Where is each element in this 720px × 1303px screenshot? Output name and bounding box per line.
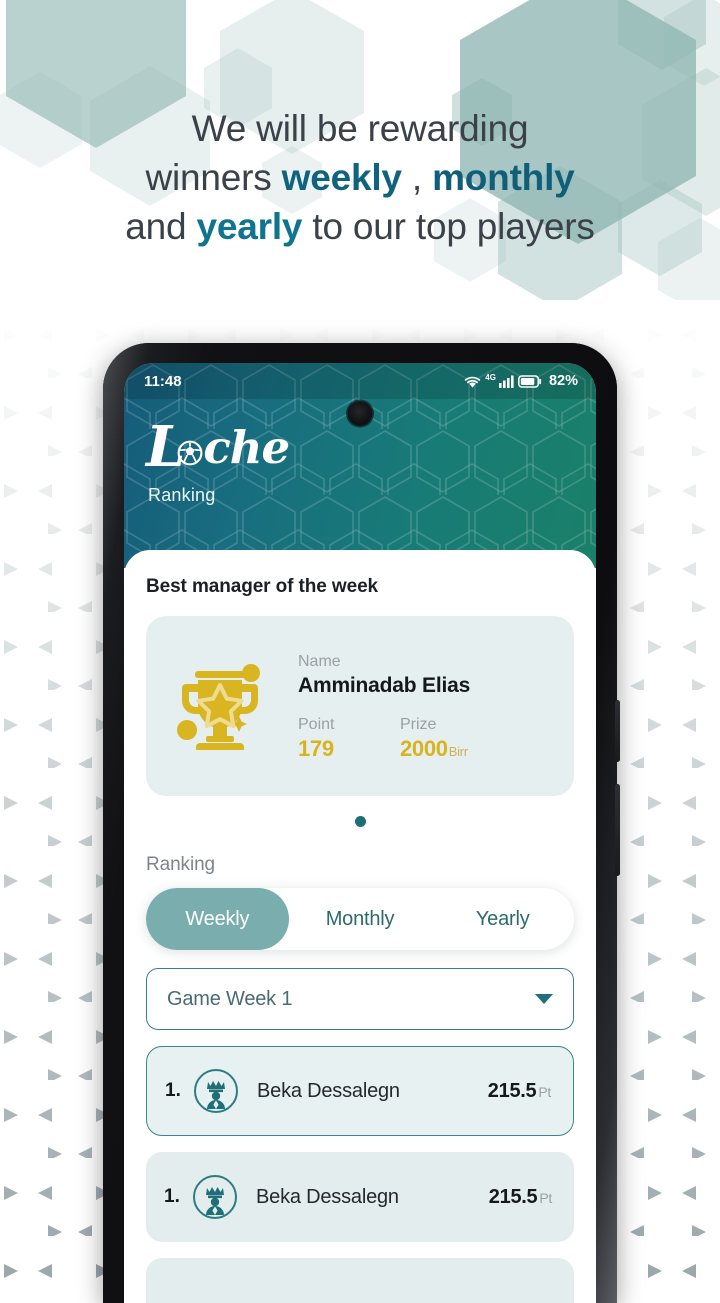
best-manager-section-title: Best manager of the week (146, 576, 379, 597)
chevron-down-icon[interactable] (535, 994, 553, 1004)
winner-name: Amminadab Elias (298, 673, 471, 697)
headline-line-1: We will be rewarding (0, 104, 720, 153)
point-stat: Point 179 (298, 714, 400, 762)
prize-stat: Prize 2000Birr (400, 714, 468, 762)
tab-yearly[interactable]: Yearly (431, 888, 574, 950)
volume-button[interactable] (615, 700, 620, 762)
phone-screen: 11:48 4G 82% L che Ranking Best manager … (124, 363, 596, 1303)
points-value: 215.5 (487, 1079, 537, 1102)
points-unit: Pt (539, 1189, 552, 1206)
trophy-icon (177, 664, 260, 750)
player-name: Beka Dessalegn (256, 1185, 399, 1208)
player-points: 215.5 Pt (489, 1186, 552, 1209)
prize-label: Prize (400, 715, 437, 733)
app-header: 11:48 4G 82% L che Ranking (124, 363, 596, 568)
prize-value: 2000Birr (400, 736, 468, 762)
headline-line-2: winners weekly , monthly (0, 153, 720, 202)
prize-currency: Birr (448, 743, 468, 759)
player-name: Beka Dessalegn (257, 1079, 400, 1102)
carousel-dot-active[interactable] (354, 816, 366, 827)
headline-accent-monthly: monthly (432, 157, 575, 198)
battery-icon (517, 374, 542, 388)
status-time: 11:48 (144, 372, 182, 390)
crowned-player-avatar-icon (194, 1069, 238, 1113)
headline-line-3: and yearly to our top players (0, 202, 720, 251)
promo-headline: We will be rewarding winners weekly , mo… (0, 104, 720, 251)
headline-text: We will be rewarding (191, 108, 529, 149)
headline-text: winners (145, 157, 282, 198)
signal-icon (498, 375, 514, 388)
gameweek-selected-value: Game Week 1 (167, 987, 293, 1010)
headline-text: and (125, 206, 197, 247)
best-manager-card[interactable]: Name Amminadab Elias Point 179 Prize 200… (146, 616, 574, 796)
prize-amount: 2000 (400, 735, 448, 761)
content-sheet: Best manager of the week Name Amminadab … (124, 550, 596, 1303)
app-logo: L che (146, 419, 596, 475)
point-value: 179 (298, 735, 334, 761)
network-type-label: 4G (485, 372, 496, 382)
table-row[interactable]: 1. Beka Dessalegn 215.5 Pt (146, 1152, 574, 1242)
name-label: Name (298, 652, 341, 670)
table-row[interactable] (146, 1258, 574, 1303)
page-title: Ranking (148, 485, 216, 505)
rank-position: 1. (165, 1080, 181, 1101)
battery-percent: 82% (548, 373, 578, 389)
headline-accent-yearly: yearly (196, 206, 303, 247)
headline-text: , (401, 157, 433, 198)
rank-position: 1. (164, 1186, 180, 1207)
points-unit: Pt (538, 1083, 551, 1100)
player-points: 215.5 Pt (488, 1080, 551, 1103)
headline-accent-weekly: weekly (281, 157, 402, 198)
headline-text: to our top players (302, 206, 595, 247)
power-button[interactable] (615, 784, 620, 876)
gameweek-select[interactable]: Game Week 1 (146, 968, 574, 1030)
crowned-player-avatar-icon (193, 1175, 237, 1219)
best-manager-info: Name Amminadab Elias Point 179 Prize 200… (292, 651, 552, 762)
points-value: 215.5 (488, 1185, 538, 1208)
phone-mockup: 11:48 4G 82% L che Ranking Best manager … (103, 343, 620, 1303)
logo-text-che: che (203, 420, 290, 474)
front-camera-punchhole (347, 401, 373, 426)
status-bar: 11:48 4G 82% (124, 363, 596, 399)
ranking-period-tabs[interactable]: Weekly Monthly Yearly (146, 888, 574, 950)
wifi-icon (465, 376, 481, 388)
ranking-heading: Ranking (146, 854, 216, 875)
tab-weekly[interactable]: Weekly (146, 888, 289, 950)
soccer-ball-icon (177, 440, 203, 466)
carousel-indicator[interactable] (146, 816, 574, 827)
table-row[interactable]: 1. Beka Dessalegn 215.5 Pt (146, 1046, 574, 1136)
point-label: Point (298, 715, 335, 733)
tab-monthly[interactable]: Monthly (289, 888, 432, 950)
